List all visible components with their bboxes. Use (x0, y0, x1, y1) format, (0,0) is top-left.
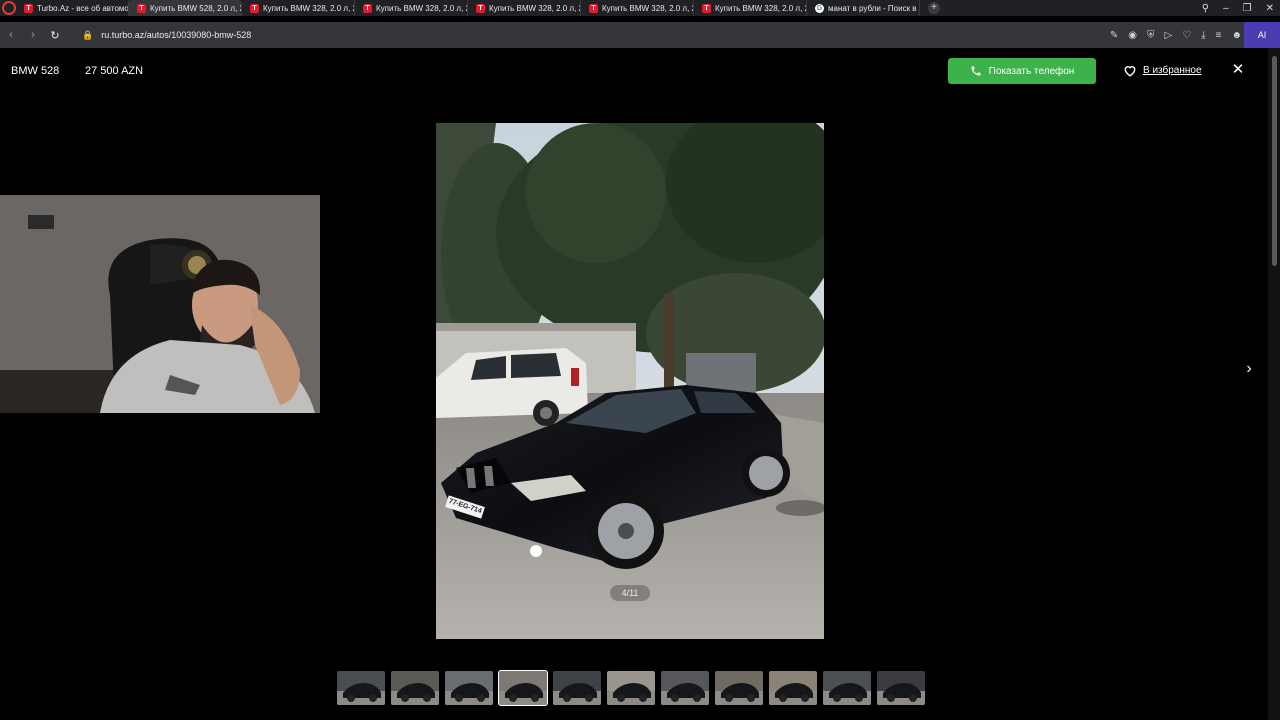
webcam-overlay (0, 195, 320, 413)
turbo-favicon-icon: T (589, 3, 598, 13)
show-phone-button[interactable]: Показать телефон (948, 58, 1096, 84)
tab-label: Turbo.Az - все об автомобилях (37, 3, 128, 13)
shield-icon[interactable]: ⛨ (1147, 30, 1155, 41)
favorites-label: В избранное (1143, 65, 1202, 76)
heart-outline-icon (1124, 66, 1136, 77)
camera-icon[interactable]: ◉ (1128, 30, 1137, 41)
browser-tab-strip: T Turbo.Az - все об автомобилях T Купить BM… (0, 0, 1280, 16)
photo-thumbnail[interactable] (445, 671, 493, 705)
browser-tab[interactable]: T Купить BMW 328, 2.0 л, 2... (242, 0, 355, 16)
turbo-favicon-icon: T (702, 3, 711, 13)
edit-icon[interactable]: ✎ (1110, 30, 1118, 41)
profile-icon[interactable]: ☻ (1231, 30, 1242, 41)
browser-tab[interactable]: T Купить BMW 328, 2.0 л, 2... (581, 0, 694, 16)
tab-label: Купить BMW 328, 2.0 л, 2... (489, 3, 580, 13)
address-bar: ‹ › ↻ 🔒 ru.turbo.az/autos/10039080-bmw-5… (0, 22, 1280, 48)
turbo-favicon-icon: T (476, 3, 485, 13)
tab-label: Купить BMW 328, 2.0 л, 2... (263, 3, 354, 13)
menu-icon[interactable]: ≡ (1216, 30, 1222, 41)
browser-logo-icon[interactable] (2, 1, 16, 15)
photo-thumbnail[interactable] (553, 671, 601, 705)
close-window-icon[interactable]: ✕ (1266, 3, 1274, 14)
back-arrow-icon[interactable]: ‹ (0, 29, 22, 41)
restore-icon[interactable]: ❐ (1243, 3, 1252, 14)
download-icon[interactable]: ⤓ (1201, 30, 1205, 41)
photo-thumbnail[interactable] (877, 671, 925, 705)
photo-thumbnail[interactable] (715, 671, 763, 705)
tab-label: Купить BMW 328, 2.0 л, 2... (376, 3, 467, 13)
close-gallery-icon[interactable]: ✕ (1230, 62, 1246, 78)
google-favicon-icon: G (815, 3, 824, 13)
reload-icon[interactable]: ↻ (44, 29, 66, 42)
forward-arrow-icon[interactable]: › (22, 29, 44, 41)
streamer-webcam-illustration (0, 195, 320, 413)
car-photo-illustration (436, 123, 824, 639)
main-car-photo[interactable]: 77-EG-714 (436, 123, 824, 639)
turbo-favicon-icon: T (363, 3, 372, 13)
photo-thumbnail[interactable] (498, 670, 548, 706)
search-tabs-icon[interactable]: ⚲ (1202, 3, 1209, 14)
minimize-icon[interactable]: – (1223, 3, 1229, 14)
car-title: BMW 528 (11, 65, 60, 77)
photo-thumbnail[interactable] (337, 671, 385, 705)
photo-thumbnail[interactable] (607, 671, 655, 705)
heart-icon[interactable]: ♡ (1182, 30, 1191, 41)
scrollbar-thumb[interactable] (1272, 56, 1277, 266)
new-tab-plus-icon[interactable]: + (928, 2, 940, 14)
gallery-header: BMW 528 27 500 AZN Показать телефон В из… (0, 56, 1268, 88)
ai-button[interactable]: AI (1244, 22, 1280, 48)
photo-thumbnail[interactable] (391, 671, 439, 705)
browser-tab[interactable]: T Turbo.Az - все об автомобилях (16, 0, 129, 16)
add-to-favorites-link[interactable]: В избранное (1123, 64, 1202, 77)
browser-tab[interactable]: T Купить BMW 328, 2.0 л, 2... (468, 0, 581, 16)
photo-counter: 4/11 (610, 585, 650, 601)
url-field[interactable]: ru.turbo.az/autos/10039080-bmw-528 (101, 30, 251, 40)
show-phone-label: Показать телефон (988, 65, 1075, 77)
page-scrollbar[interactable] (1268, 48, 1280, 720)
turbo-favicon-icon: T (137, 3, 146, 13)
tab-label: Купить BMW 328, 2.0 л, 2... (602, 3, 693, 13)
car-price: 27 500 AZN (85, 65, 144, 77)
tab-label: Купить BMW 528, 2.0 л, 2... (150, 3, 241, 13)
browser-tab[interactable]: Gманат в рубли - Поиск в ... (807, 0, 920, 16)
tab-label: манат в рубли - Поиск в ... (828, 3, 919, 13)
turbo-favicon-icon: T (250, 3, 259, 13)
phone-icon (971, 66, 981, 76)
browser-tab[interactable]: T Купить BMW 328, 2.0 л, 2... (694, 0, 807, 16)
tab-label: Купить BMW 328, 2.0 л, 2... (715, 3, 806, 13)
lock-icon[interactable]: 🔒 (82, 30, 93, 41)
address-bar-actions: ✎ ◉ ⛨ ▷ ♡ ⤓ ≡ ☻ (1110, 22, 1242, 48)
photo-thumbnail[interactable] (661, 671, 709, 705)
photo-thumbnail[interactable] (823, 671, 871, 705)
tab-list: T Turbo.Az - все об автомобилях T Купить BM… (16, 0, 920, 16)
window-controls: ⚲ – ❐ ✕ (1202, 0, 1274, 16)
photo-thumbnail[interactable] (769, 671, 817, 705)
browser-tab[interactable]: T Купить BMW 528, 2.0 л, 2... (129, 0, 242, 16)
play-icon[interactable]: ▷ (1165, 30, 1173, 41)
turbo-favicon-icon: T (24, 3, 33, 13)
next-photo-chevron-icon[interactable]: › (1240, 360, 1258, 380)
thumbnail-strip (337, 670, 925, 706)
browser-tab[interactable]: T Купить BMW 328, 2.0 л, 2... (355, 0, 468, 16)
